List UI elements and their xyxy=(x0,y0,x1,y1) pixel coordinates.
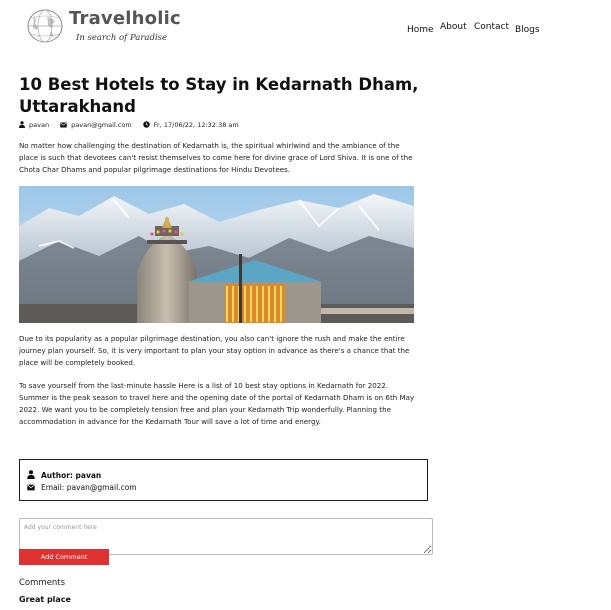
add-comment-button[interactable]: Add Comment xyxy=(19,549,109,565)
post-paragraph: Due to its popularity as a popular pilgr… xyxy=(19,334,410,367)
nav-link-blogs[interactable]: Blogs xyxy=(515,25,540,35)
nav-link-contact[interactable]: Contact xyxy=(474,22,509,32)
envelope-icon xyxy=(60,122,67,128)
logo-tagline: In search of Paradise xyxy=(76,33,168,43)
post-meta: pavan pavan@gmail.com Fr, 17/06/22, 12:3… xyxy=(19,121,248,129)
author-name: Author: pavan xyxy=(41,471,102,480)
post-paragraph: To save yourself from the last-minute ha… xyxy=(19,381,415,426)
kedarnath-temple-image xyxy=(19,186,414,323)
comments-heading: Comments xyxy=(19,578,66,588)
logo-title[interactable]: Travelholic xyxy=(69,8,181,29)
clock-icon xyxy=(143,121,150,128)
post-paragraph: No matter how challenging the destinatio… xyxy=(19,141,413,174)
meta-date-text: Fr, 17/06/22, 12:32:38 am xyxy=(153,121,239,129)
post-title: 10 Best Hotels to Stay in Kedarnath Dham… xyxy=(19,75,419,116)
site-header: Travelholic In search of Paradise Home A… xyxy=(0,0,611,60)
comment-item: Great place xyxy=(19,595,71,604)
meta-author-name[interactable]: pavan xyxy=(29,121,49,129)
author-email: Email: pavan@gmail.com xyxy=(41,483,137,492)
user-icon xyxy=(19,121,25,128)
globe-logo-icon[interactable] xyxy=(25,8,65,44)
meta-author: pavan xyxy=(19,121,49,129)
meta-email: pavan@gmail.com xyxy=(60,121,132,129)
meta-email-address[interactable]: pavan@gmail.com xyxy=(71,121,132,129)
envelope-icon xyxy=(27,484,35,491)
author-email-row: Email: pavan@gmail.com xyxy=(27,483,137,492)
nav-link-home[interactable]: Home xyxy=(407,25,434,35)
author-info-box: Author: pavan Email: pavan@gmail.com xyxy=(19,459,428,501)
meta-date: Fr, 17/06/22, 12:32:38 am xyxy=(143,121,239,129)
nav-link-about[interactable]: About xyxy=(440,22,467,32)
user-icon xyxy=(27,470,35,479)
author-name-row: Author: pavan xyxy=(27,470,101,480)
